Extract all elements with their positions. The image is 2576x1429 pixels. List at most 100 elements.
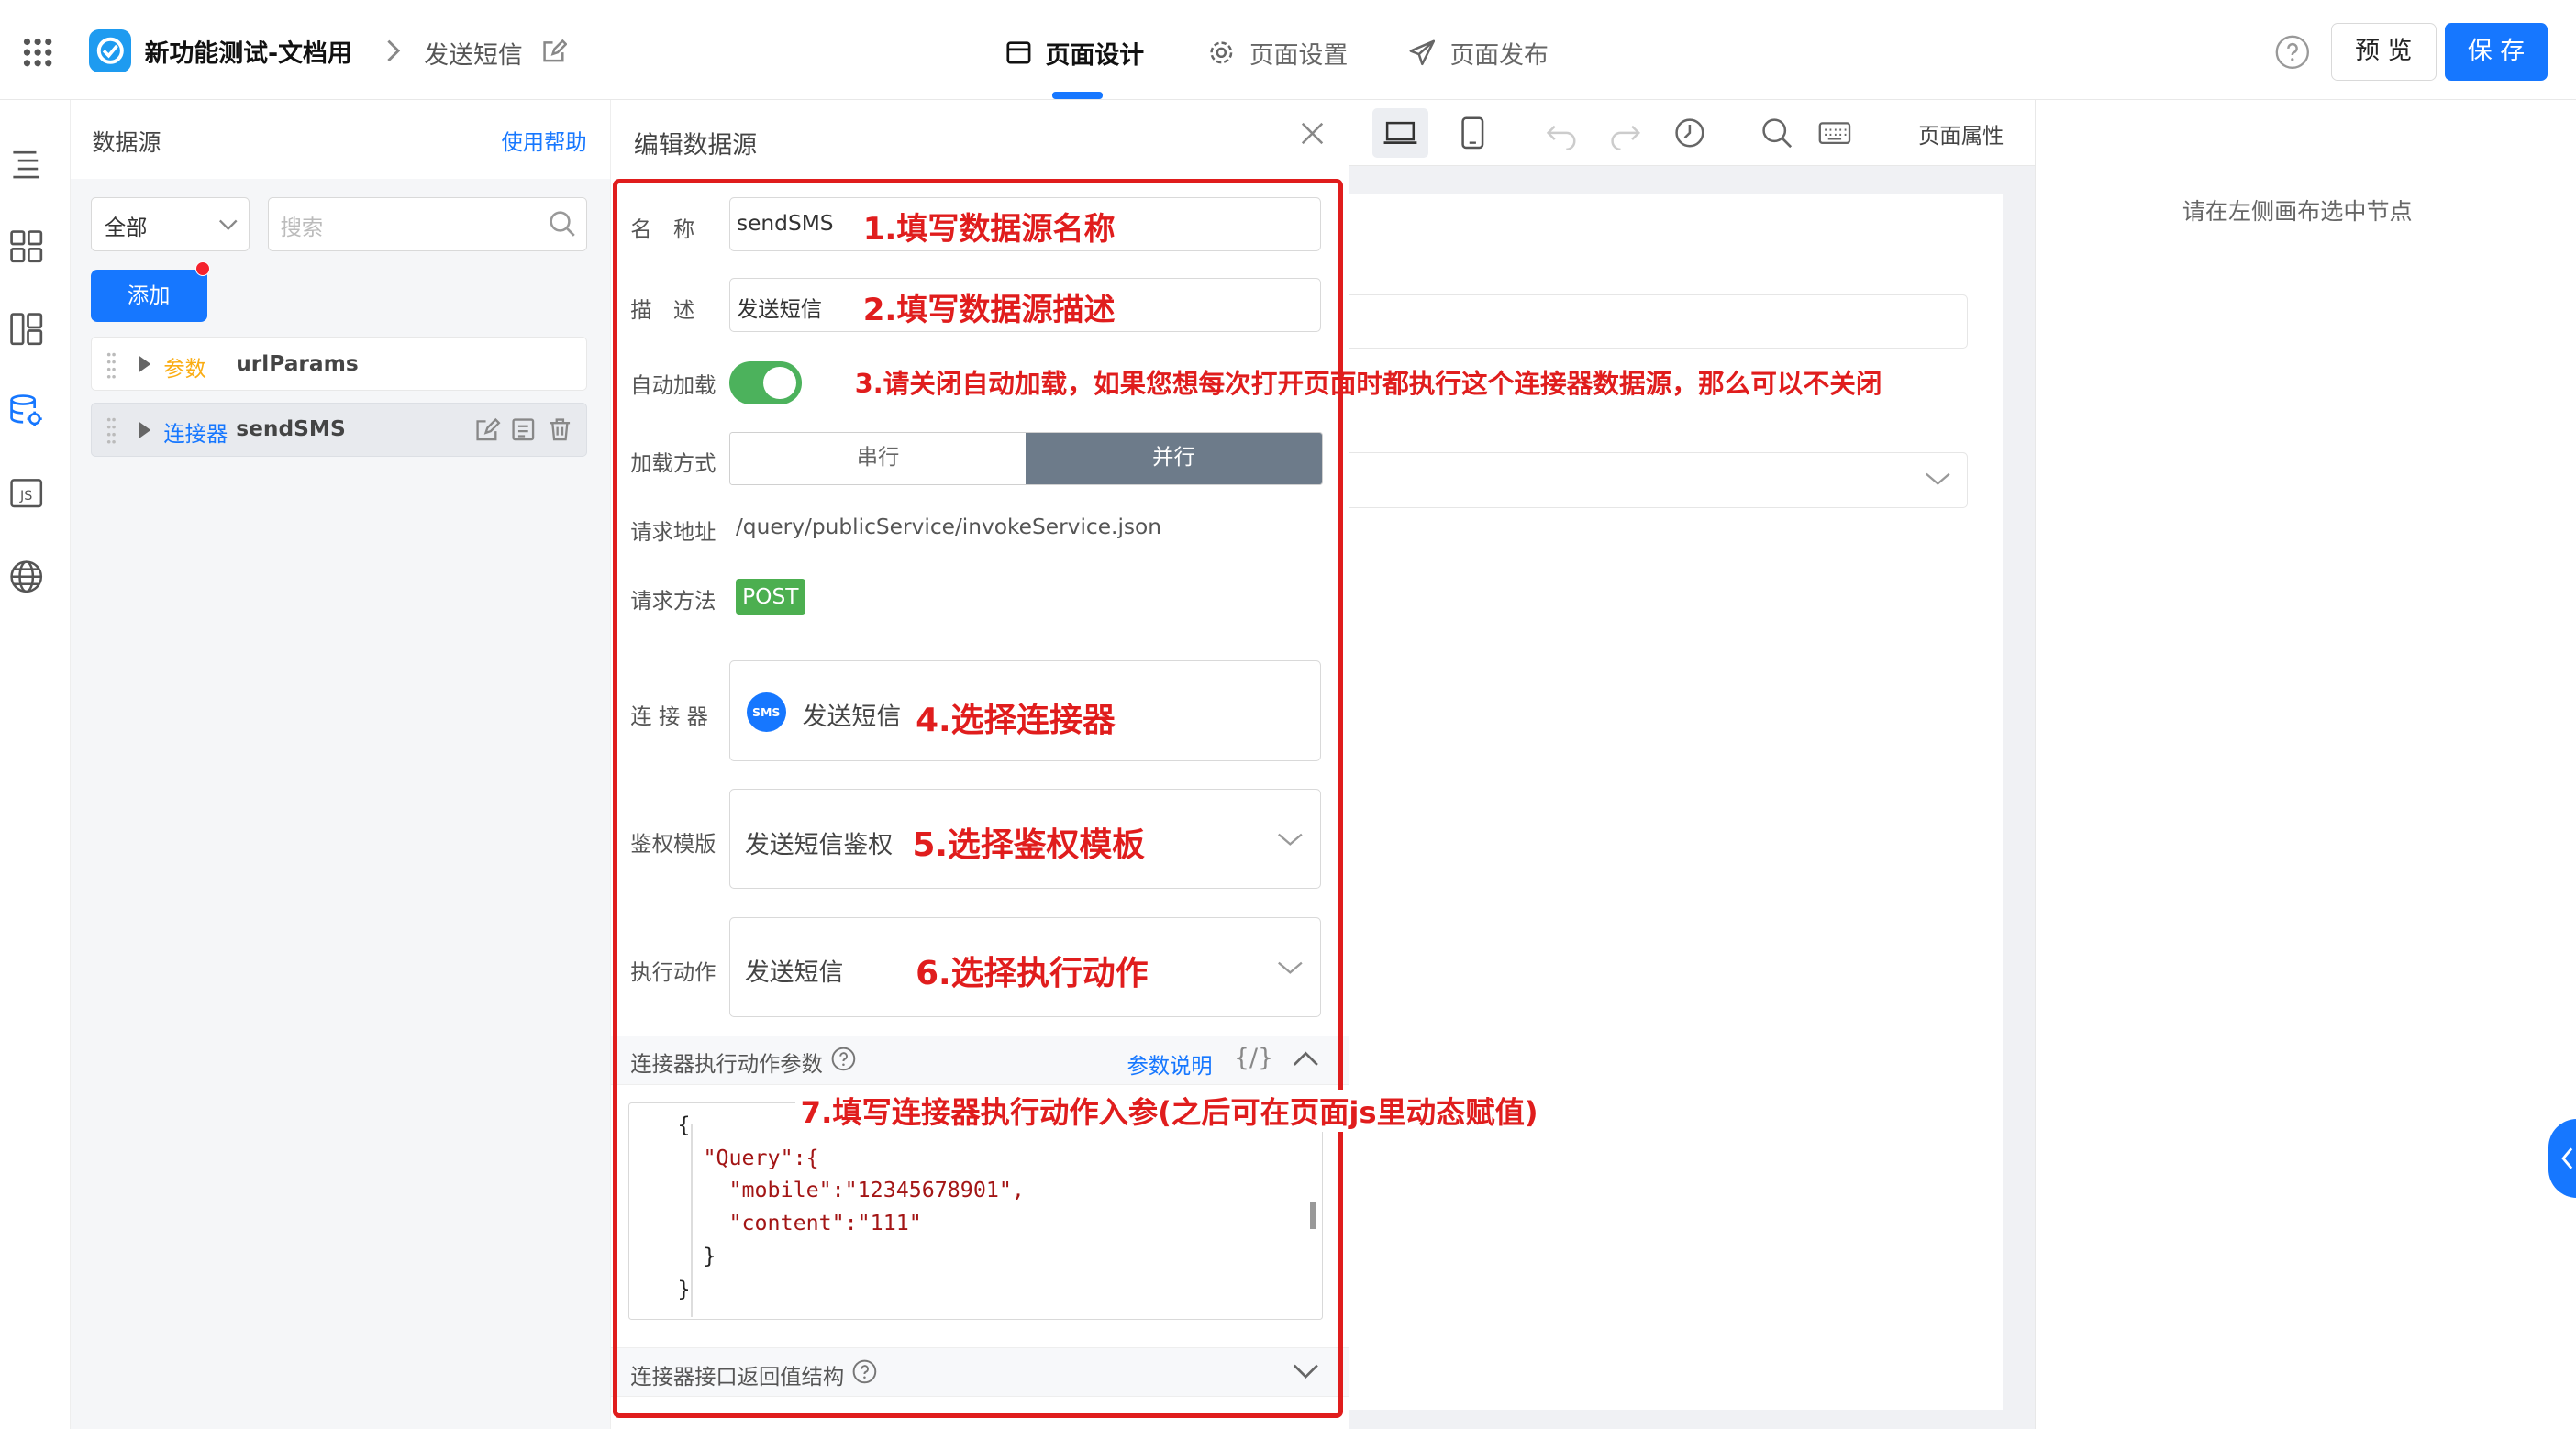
datasource-icon[interactable] <box>8 393 44 428</box>
close-icon[interactable] <box>1301 122 1324 145</box>
tab-active-indicator <box>1051 92 1104 99</box>
help-link[interactable]: 使用帮助 <box>502 125 587 156</box>
layout-panel-icon[interactable] <box>8 311 44 347</box>
list-item[interactable]: 参数 urlParams <box>90 337 587 392</box>
code-line: "Query":{ <box>677 1145 819 1170</box>
url-label: 请求地址 <box>630 519 716 545</box>
annotation-3: 3.请关闭自动加载，如果您想每次打开页面时都执行这个连接器数据源，那么可以不关闭 <box>854 368 1882 399</box>
connector-value: 发送短信 <box>802 702 902 731</box>
action-value: 发送短信 <box>744 958 844 988</box>
tab-label: 页面发布 <box>1449 40 1549 70</box>
svg-text:JS: JS <box>19 489 32 504</box>
toggle-knob <box>763 366 797 400</box>
help-circle-icon[interactable] <box>831 1047 856 1071</box>
chevron-down-icon <box>218 216 239 233</box>
search-input[interactable]: 搜索 <box>268 197 587 252</box>
load-mode-serial[interactable]: 串行 <box>729 433 1027 484</box>
preview-button[interactable]: 预 览 <box>2330 23 2437 81</box>
method-label: 请求方法 <box>630 589 716 615</box>
annotation-5: 5.选择鉴权模板 <box>912 826 1146 865</box>
send-icon <box>1409 39 1436 66</box>
code-line: "mobile":"12345678901", <box>677 1178 1025 1203</box>
name-value: sendSMS <box>736 211 834 237</box>
params-code-editor[interactable]: { "Query":{ "mobile":"12345678901", "con… <box>628 1102 1323 1320</box>
type-filter-value: 全部 <box>104 215 148 240</box>
outline-tree-icon[interactable] <box>8 146 44 182</box>
js-icon[interactable]: JS <box>8 475 44 511</box>
top-bar: 新功能测试-文档用 发送短信 页面设计 页面设置 页面发布 预 览 保 存 <box>0 0 2576 101</box>
canvas-select-placeholder[interactable] <box>1349 451 1968 508</box>
add-button[interactable]: 添加 <box>90 269 207 323</box>
drag-handle-icon[interactable] <box>106 416 117 444</box>
item-name: sendSMS <box>236 416 346 442</box>
app-title[interactable]: 新功能测试-文档用 <box>145 33 352 69</box>
list-item[interactable]: 连接器 sendSMS <box>90 403 587 458</box>
save-button[interactable]: 保 存 <box>2444 23 2548 81</box>
edit-icon[interactable] <box>541 38 568 64</box>
chevron-down-icon <box>1925 471 1951 487</box>
keyboard-icon[interactable] <box>1818 118 1851 148</box>
empty-selection-hint: 请在左侧画布选中节点 <box>2182 198 2413 226</box>
apps-grid-icon[interactable] <box>23 38 52 67</box>
chevron-down-icon[interactable] <box>1293 1362 1319 1382</box>
autoload-label: 自动加载 <box>630 373 716 399</box>
page-name[interactable]: 发送短信 <box>424 35 522 71</box>
canvas-area: 页面属性 <box>1349 100 2036 1429</box>
globe-icon[interactable] <box>8 559 44 594</box>
components-icon[interactable] <box>8 228 44 264</box>
tab-page-design[interactable]: 页面设计 <box>1006 33 1144 72</box>
annotation-6: 6.选择执行动作 <box>916 955 1149 993</box>
edit-icon[interactable] <box>474 416 501 443</box>
drag-handle-icon[interactable] <box>106 351 117 379</box>
load-mode-segmented: 串行 并行 <box>728 432 1323 485</box>
code-toggle-icon[interactable]: {/} <box>1234 1044 1273 1072</box>
tab-page-settings[interactable]: 页面设置 <box>1208 33 1348 72</box>
panel-title: 数据源 <box>92 129 161 157</box>
code-line: } <box>677 1244 716 1269</box>
tab-label: 页面设计 <box>1045 40 1145 70</box>
help-icon[interactable] <box>2275 35 2310 70</box>
expand-arrow-icon[interactable] <box>138 421 151 438</box>
page-properties-button[interactable]: 页面属性 <box>1918 118 2004 150</box>
expand-arrow-icon[interactable] <box>138 356 151 372</box>
autoload-toggle[interactable] <box>728 361 802 404</box>
description-label: 描 述 <box>630 297 695 323</box>
method-badge: POST <box>735 578 805 615</box>
return-label: 连接器接口返回值结构 <box>630 1364 845 1390</box>
tab-page-publish[interactable]: 页面发布 <box>1409 33 1549 72</box>
item-type-label: 参数 <box>163 356 206 382</box>
chevron-up-icon[interactable] <box>1293 1048 1319 1069</box>
notification-dot <box>195 260 211 277</box>
params-help-link[interactable]: 参数说明 <box>1127 1048 1212 1080</box>
left-icon-rail: JS <box>0 100 72 1429</box>
sms-icon: SMS <box>746 692 786 733</box>
type-filter-select[interactable]: 全部 <box>90 197 250 252</box>
datasource-panel: 数据源 使用帮助 全部 搜索 添加 参数 urlParams 连接器 sendS… <box>71 100 610 1429</box>
help-circle-icon[interactable] <box>852 1359 877 1384</box>
code-line: { <box>677 1112 691 1137</box>
trash-icon[interactable] <box>547 416 573 443</box>
canvas-input-placeholder[interactable] <box>1349 294 1968 349</box>
layout-icon <box>1006 40 1031 65</box>
undo-icon[interactable] <box>1545 116 1578 150</box>
annotation-4: 4.选择连接器 <box>916 702 1116 740</box>
chevron-down-icon <box>1277 831 1304 847</box>
properties-panel: 请在左侧画布选中节点 <box>2035 100 2576 1429</box>
copy-icon[interactable] <box>510 416 537 443</box>
load-mode-parallel[interactable]: 并行 <box>1026 433 1322 484</box>
floating-assistant-button[interactable] <box>2548 1119 2576 1199</box>
app-logo-icon[interactable] <box>88 29 132 72</box>
code-line: } <box>677 1276 691 1302</box>
mobile-view-icon[interactable] <box>1460 116 1486 150</box>
action-label: 执行动作 <box>630 960 716 986</box>
search-icon[interactable] <box>1760 116 1793 150</box>
annotation-1: 1.填写数据源名称 <box>862 211 1116 249</box>
desktop-view-icon[interactable] <box>1372 108 1429 158</box>
chevron-right-icon <box>383 38 404 64</box>
load-mode-label: 加载方式 <box>630 450 716 476</box>
search-placeholder: 搜索 <box>280 215 324 240</box>
redo-icon[interactable] <box>1609 116 1642 150</box>
scrollbar[interactable] <box>1310 1202 1316 1229</box>
history-clock-icon[interactable] <box>1673 116 1706 150</box>
item-type-label: 连接器 <box>163 422 228 448</box>
